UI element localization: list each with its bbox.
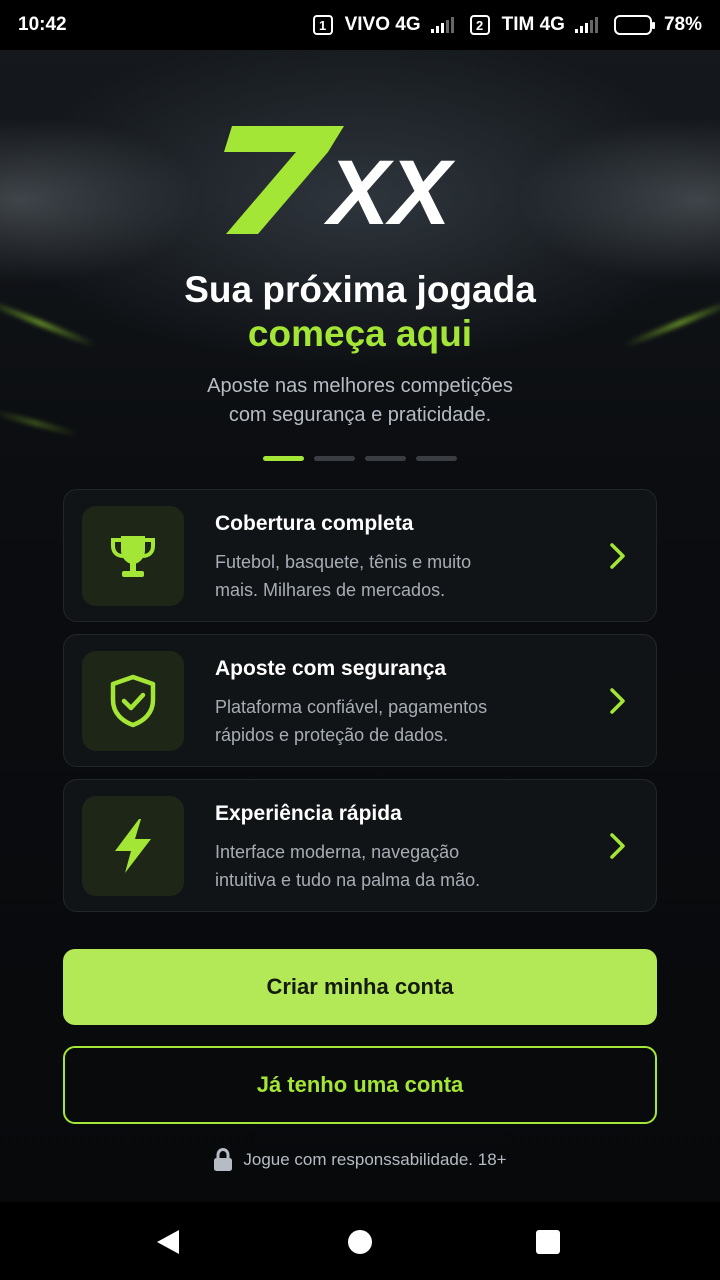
headline: Sua próxima jogada começa aqui	[0, 268, 720, 356]
status-indicators: 1 VIVO 4G 2 TIM 4G 78%	[312, 14, 702, 36]
feature-desc-line: intuitiva e tudo na palma da mão.	[215, 870, 481, 890]
lock-icon	[214, 1148, 233, 1171]
headline-line2: começa aqui	[247, 313, 473, 354]
logo-mark: XX	[224, 126, 455, 234]
feature-title: Cobertura completa	[215, 512, 414, 535]
responsible-gaming-note: Jogue com responssabilidade. 18+	[0, 1148, 720, 1172]
create-account-button[interactable]: Criar minha conta	[63, 949, 657, 1025]
feature-icon-box	[82, 796, 184, 896]
feature-desc-line: Interface moderna, navegação	[215, 842, 460, 862]
page-dot[interactable]	[263, 456, 304, 461]
brand-logo: XX	[0, 122, 720, 234]
headline-line1: Sua próxima jogada	[184, 269, 536, 310]
carousel-indicator	[0, 456, 720, 461]
feature-card-security[interactable]: Aposte com segurança Plataforma confiáve…	[63, 634, 657, 767]
system-nav-bar	[0, 1202, 720, 1280]
feature-desc-line: mais. Milhares de mercados.	[215, 580, 446, 600]
battery-percent: 78%	[663, 14, 702, 35]
feature-icon-box	[82, 506, 184, 606]
feature-desc-line: Plataforma confiável, pagamentos	[215, 697, 488, 717]
subtitle-line1: Aposte nas melhores competições	[207, 375, 513, 397]
sim1-label: VIVO 4G	[344, 14, 421, 35]
feature-card-coverage[interactable]: Cobertura completa Futebol, basquete, tê…	[63, 489, 657, 622]
chevron-right-icon	[610, 833, 625, 859]
feature-title: Experiência rápida	[215, 802, 402, 825]
onboarding-screen: XX Sua próxima jogada começa aqui Aposte…	[0, 50, 720, 1202]
footer-text: Jogue com responssabilidade. 18+	[243, 1150, 507, 1169]
battery-icon	[613, 15, 655, 35]
feature-description: Futebol, basquete, tênis e muito mais. M…	[215, 548, 555, 604]
chevron-right-icon	[610, 688, 625, 714]
page-dot[interactable]	[416, 456, 457, 461]
shield-check-icon	[110, 674, 156, 728]
feature-description: Plataforma confiável, pagamentos rápidos…	[215, 693, 555, 749]
chevron-right-icon	[610, 543, 625, 569]
page-dot[interactable]	[365, 456, 406, 461]
sim1-badge: 1	[312, 15, 333, 35]
lightning-icon	[115, 819, 151, 873]
logo-suffix: XX	[323, 142, 455, 234]
recents-icon[interactable]	[530, 1224, 566, 1260]
back-icon[interactable]	[150, 1224, 186, 1260]
feature-desc-line: rápidos e proteção de dados.	[215, 725, 449, 745]
home-icon[interactable]	[342, 1224, 378, 1260]
sim2-badge: 2	[469, 15, 490, 35]
status-time: 10:42	[18, 14, 67, 35]
signal-icon	[574, 17, 598, 33]
subtitle: Aposte nas melhores competições com segu…	[120, 372, 600, 430]
subtitle-line2: com segurança e praticidade.	[228, 404, 492, 426]
feature-card-speed[interactable]: Experiência rápida Interface moderna, na…	[63, 779, 657, 912]
feature-desc-line: Futebol, basquete, tênis e muito	[215, 552, 472, 572]
feature-icon-box	[82, 651, 184, 751]
signal-icon	[430, 17, 454, 33]
feature-description: Interface moderna, navegação intuitiva e…	[215, 838, 555, 894]
sim2-label: TIM 4G	[501, 14, 565, 35]
status-bar: 10:42 1 VIVO 4G 2 TIM 4G 78%	[0, 0, 720, 50]
feature-title: Aposte com segurança	[215, 657, 447, 680]
stadium-glow-left-2	[0, 408, 80, 438]
page-dot[interactable]	[314, 456, 355, 461]
login-button[interactable]: Já tenho uma conta	[63, 1046, 657, 1124]
trophy-icon	[111, 536, 155, 577]
